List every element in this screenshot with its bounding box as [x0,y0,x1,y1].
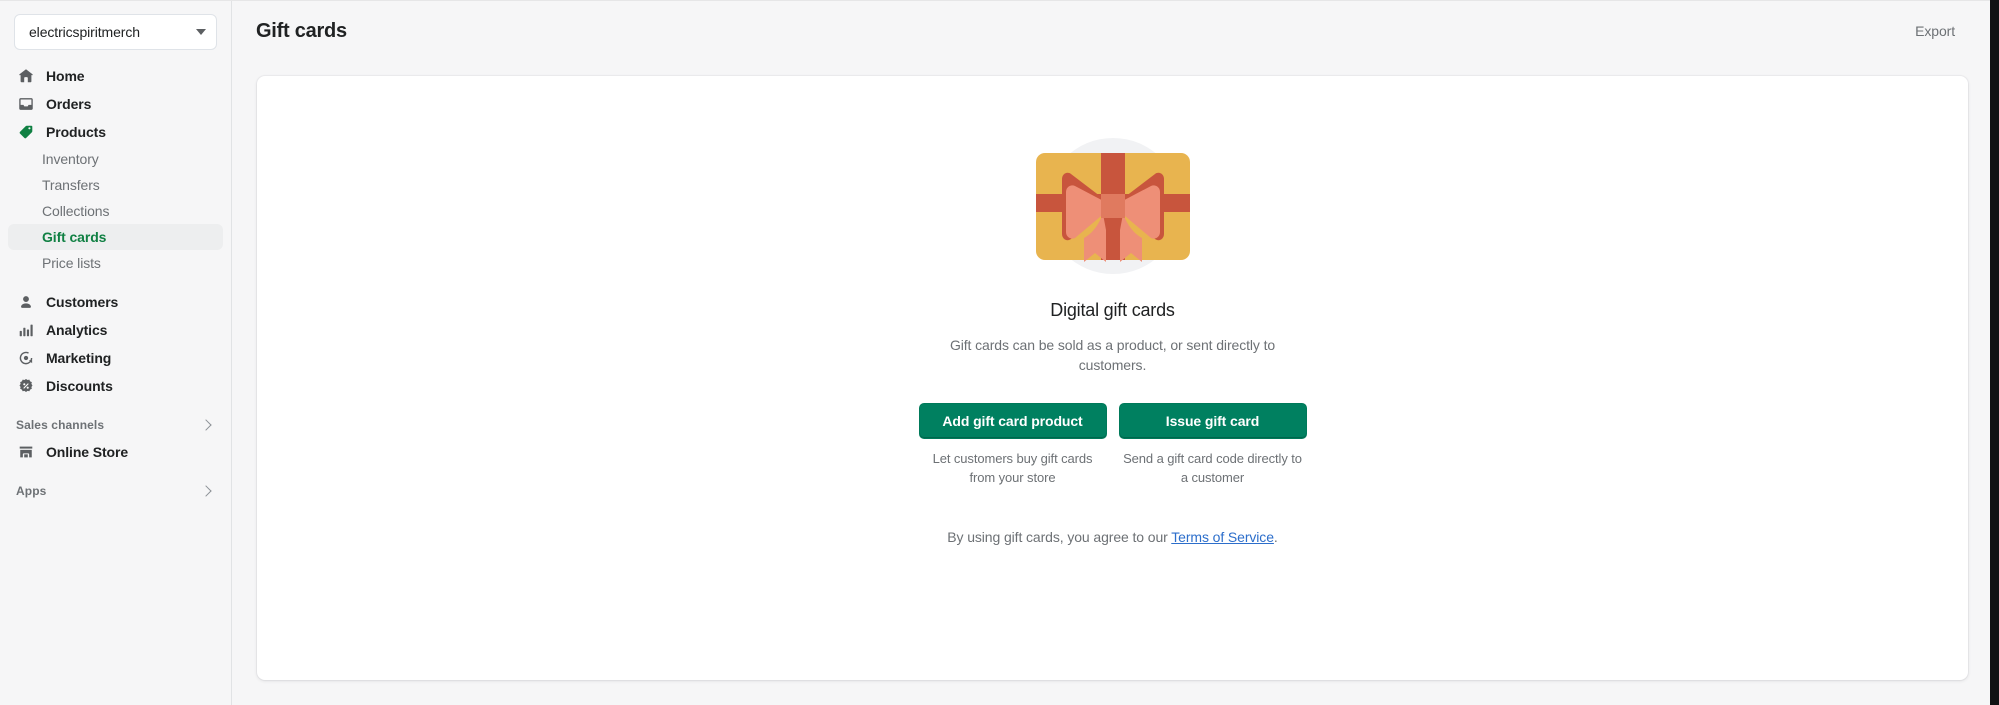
caret-down-icon [196,29,206,35]
page-header: Gift cards Export [232,0,1999,62]
sidebar-subitem-label: Gift cards [42,229,107,245]
section-label: Sales channels [16,418,105,432]
sidebar-item-marketing[interactable]: Marketing [8,344,223,372]
gift-card-illustration [1013,124,1213,284]
sidebar-item-label: Customers [46,294,119,310]
discount-badge-icon [16,376,36,396]
sidebar-item-label: Analytics [46,322,108,338]
terms-of-service-line: By using gift cards, you agree to our Te… [947,529,1278,545]
export-button[interactable]: Export [1913,19,1957,43]
sidebar-subitem-transfers[interactable]: Transfers [8,172,223,198]
main-content: Gift cards Export Digital gift cards Gif… [232,0,1999,705]
chevron-right-icon[interactable] [201,485,213,497]
sidebar-item-products[interactable]: Products [8,118,223,146]
terms-prefix: By using gift cards, you agree to our [947,529,1172,545]
tag-icon [16,122,36,142]
header-actions: Export [1913,19,1957,43]
sidebar: electricspiritmerch Home Orders Products… [0,0,232,705]
person-icon [16,292,36,312]
sidebar-item-label: Discounts [46,378,113,394]
storefront-icon [16,442,36,462]
sidebar-subitem-collections[interactable]: Collections [8,198,223,224]
add-gift-card-product-helper: Let customers buy gift cards from your s… [932,451,1093,485]
sidebar-section-apps[interactable]: Apps [8,478,223,504]
sidebar-item-customers[interactable]: Customers [8,288,223,316]
sidebar-item-analytics[interactable]: Analytics [8,316,223,344]
page-title: Gift cards [256,19,347,42]
sidebar-subitem-gift-cards[interactable]: Gift cards [8,224,223,250]
sidebar-item-orders[interactable]: Orders [8,90,223,118]
sidebar-subitem-label: Price lists [42,255,101,271]
chevron-right-icon[interactable] [201,419,213,431]
sidebar-item-label: Home [46,68,85,84]
sidebar-subitem-label: Collections [42,203,110,219]
sidebar-item-online-store[interactable]: Online Store [8,438,223,466]
terms-suffix: . [1273,529,1278,545]
bar-chart-icon [16,320,36,340]
content-card: Digital gift cards Gift cards can be sol… [257,76,1968,680]
sidebar-subitem-label: Inventory [42,151,99,167]
sidebar-item-label: Marketing [46,350,112,366]
app-root: electricspiritmerch Home Orders Products… [0,0,1999,705]
add-gift-card-product-button[interactable]: Add gift card product [918,403,1107,439]
page-scrollbar[interactable] [1990,0,1999,705]
sidebar-item-label: Products [46,124,106,140]
terms-of-service-link[interactable]: Terms of Service [1171,529,1274,545]
content-card-wrapper: Digital gift cards Gift cards can be sol… [232,62,1999,705]
sidebar-item-home[interactable]: Home [8,62,223,90]
issue-gift-card-button[interactable]: Issue gift card [1118,403,1307,439]
home-icon [16,66,36,86]
sidebar-subitem-inventory[interactable]: Inventory [8,146,223,172]
top-divider [0,0,1990,1]
action-column-issue-card: Issue gift card Send a gift card code di… [1118,403,1307,487]
sidebar-subitem-price-lists[interactable]: Price lists [8,250,223,276]
empty-state-subtitle: Gift cards can be sold as a product, or … [949,337,1276,373]
sidebar-nav: Home Orders Products Inventory Transfers [0,62,231,504]
sidebar-item-label: Orders [46,96,92,112]
sidebar-subitem-label: Transfers [42,177,100,193]
sidebar-item-label: Online Store [46,444,129,460]
action-column-add-product: Add gift card product Let customers buy … [918,403,1107,487]
sidebar-item-discounts[interactable]: Discounts [8,372,223,400]
inbox-icon [16,94,36,114]
section-label: Apps [16,484,47,498]
gift-cards-empty-state: Digital gift cards Gift cards can be sol… [257,124,1968,545]
sidebar-section-sales-channels[interactable]: Sales channels [8,412,223,438]
target-icon [16,348,36,368]
empty-state-title: Digital gift cards [1050,300,1175,320]
store-name: electricspiritmerch [29,24,140,40]
store-switcher[interactable]: electricspiritmerch [14,14,217,50]
issue-gift-card-helper: Send a gift card code directly to a cust… [1123,451,1302,485]
empty-state-actions: Add gift card product Let customers buy … [918,403,1307,487]
